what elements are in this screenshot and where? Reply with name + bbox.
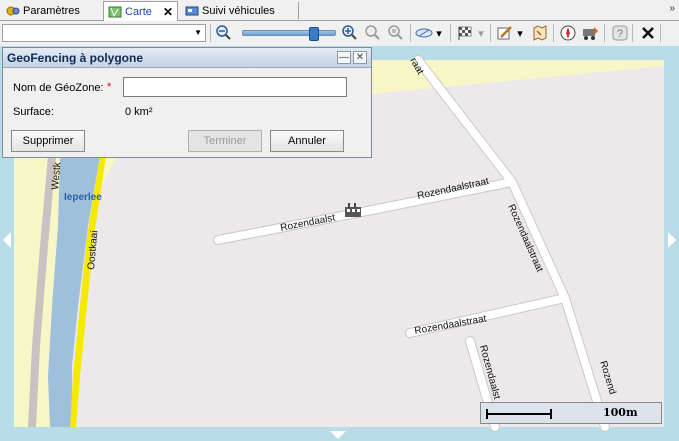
settings-icon	[6, 6, 20, 15]
zoom-select-icon[interactable]	[363, 24, 383, 42]
finish-button[interactable]: Terminer	[188, 130, 262, 152]
water-label: Ieperlee	[64, 192, 102, 203]
map-layers-icon[interactable]	[530, 24, 550, 42]
tab-label: Carte	[125, 5, 152, 18]
tab-suivi-vehicules[interactable]: Suivi véhicules	[181, 2, 299, 19]
close-icon[interactable]: ✕	[353, 51, 367, 64]
required-marker: *	[107, 81, 112, 93]
location-combo[interactable]: ▼	[2, 24, 206, 42]
surface-value: 0 km²	[125, 106, 153, 118]
vehicle-tracking-icon	[185, 6, 199, 15]
toolbar-separator	[604, 24, 605, 42]
edit-icon[interactable]	[495, 24, 515, 42]
toolbar-separator	[553, 24, 554, 42]
tab-label: Paramètres	[23, 4, 80, 17]
minimize-icon[interactable]: —	[337, 51, 351, 64]
toolbar-separator	[410, 24, 411, 42]
close-map-icon[interactable]	[638, 24, 658, 42]
compass-icon[interactable]	[558, 24, 578, 42]
map-icon	[108, 6, 122, 17]
tab-carte[interactable]: Carte ✕	[103, 1, 178, 21]
zoom-in-icon[interactable]	[340, 24, 360, 42]
geofencing-dialog: GeoFencing à polygone — ✕ Nom de GéoZone…	[2, 47, 372, 158]
tab-parametres[interactable]: Paramètres	[2, 2, 100, 19]
flag-dropdown-icon[interactable]: ▾	[475, 24, 487, 42]
edit-dropdown-icon[interactable]: ▾	[514, 24, 526, 42]
close-tab-icon[interactable]: ✕	[163, 6, 173, 18]
pan-right-icon[interactable]	[668, 232, 676, 248]
zoom-slider-thumb[interactable]	[309, 27, 319, 41]
tab-label: Suivi véhicules	[202, 4, 275, 17]
tab-bar: Paramètres Carte ✕ Suivi véhicules »	[0, 0, 679, 21]
zoom-extent-icon[interactable]	[386, 24, 406, 42]
zoom-out-icon[interactable]	[214, 24, 234, 42]
toolbar-separator	[632, 24, 633, 42]
map-scale: 100m	[480, 402, 662, 424]
geozone-name-label: Nom de GéoZone:	[13, 82, 104, 94]
zoom-slider[interactable]	[242, 27, 336, 41]
dialog-title: GeoFencing à polygone	[7, 51, 144, 65]
pan-left-icon[interactable]	[3, 232, 11, 248]
measure-icon[interactable]	[414, 24, 434, 42]
toolbar-separator	[660, 24, 661, 42]
flag-icon[interactable]	[455, 24, 475, 42]
toolbar-separator	[210, 24, 211, 42]
dropdown-arrow-icon[interactable]: ▼	[194, 28, 202, 37]
toolbar-separator	[490, 24, 491, 42]
svg-text:?: ?	[617, 28, 623, 40]
help-icon[interactable]: ?	[610, 24, 630, 42]
tab-overflow-icon[interactable]: »	[669, 3, 675, 14]
scale-label: 100m	[603, 406, 638, 419]
pan-down-icon[interactable]	[330, 431, 346, 439]
measure-dropdown-icon[interactable]: ▾	[433, 24, 445, 42]
vehicle-icon[interactable]	[580, 24, 600, 42]
delete-button[interactable]: Supprimer	[11, 130, 85, 152]
cancel-button[interactable]: Annuler	[270, 130, 344, 152]
surface-label: Surface:	[13, 106, 54, 118]
geozone-name-input[interactable]	[123, 77, 347, 97]
dialog-title-bar[interactable]: GeoFencing à polygone — ✕	[3, 48, 371, 68]
scale-bar	[486, 409, 552, 419]
map-toolbar: ▼ ▾ ▾ ▾ ?	[0, 21, 679, 47]
toolbar-separator	[450, 24, 451, 42]
